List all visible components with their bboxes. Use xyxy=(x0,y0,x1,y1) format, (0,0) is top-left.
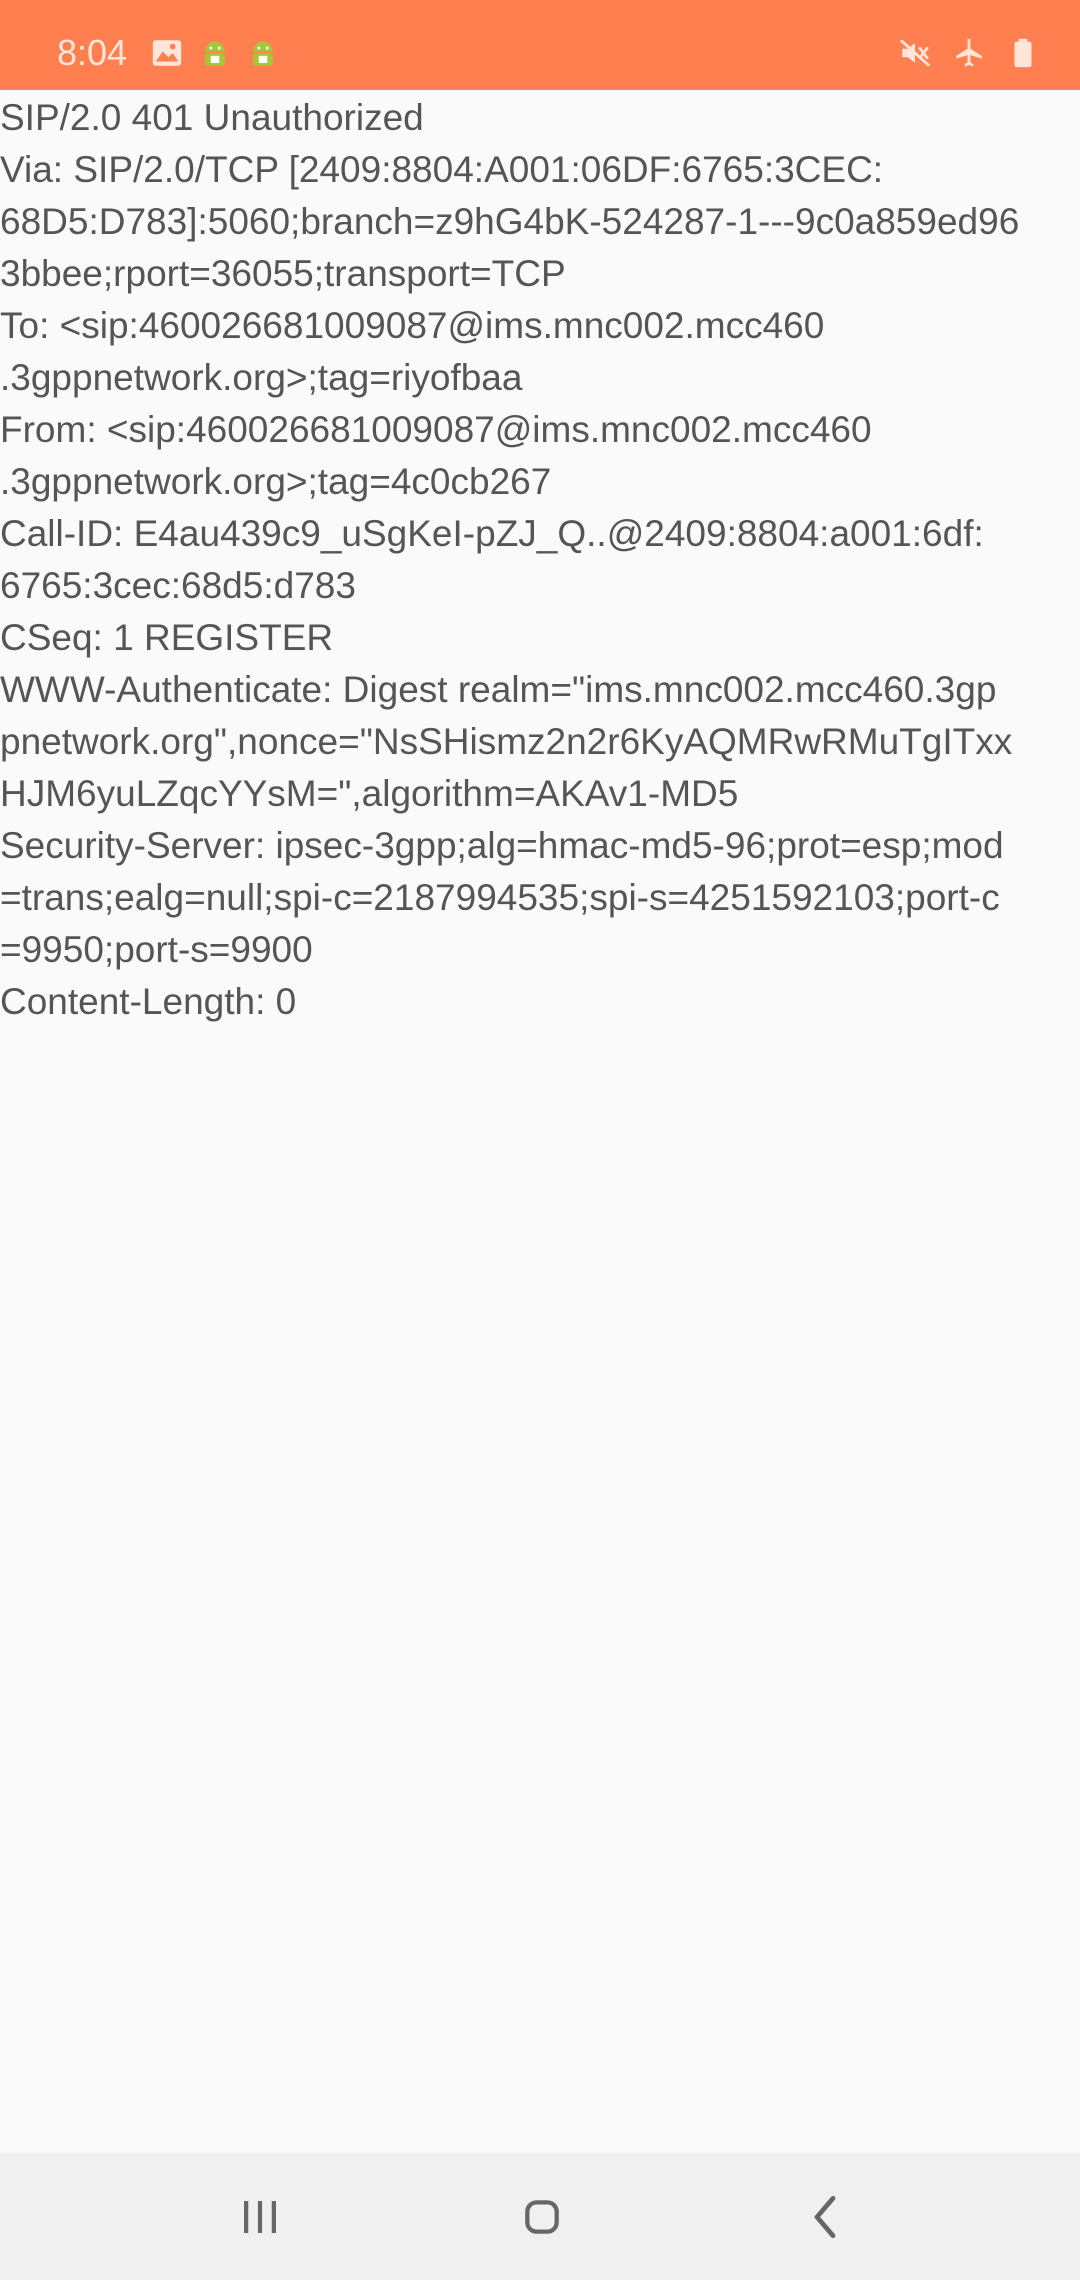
message-line: CSeq: 1 REGISTER xyxy=(0,617,334,658)
message-line: .3gppnetwork.org>;tag=riyofbaa xyxy=(0,357,523,398)
message-line: From: <sip:460026681009087@ims.mnc002.mc… xyxy=(0,409,872,450)
message-line: 6765:3cec:68d5:d783 xyxy=(0,565,356,606)
message-line: 3bbee;rport=36055;transport=TCP xyxy=(0,253,566,294)
battery-icon xyxy=(1006,36,1040,70)
android-icon xyxy=(246,36,280,70)
message-line: Security-Server: ipsec-3gpp;alg=hmac-md5… xyxy=(0,825,1004,866)
recents-button[interactable] xyxy=(228,2185,292,2249)
recents-icon xyxy=(228,2185,292,2249)
sip-message: SIP/2.0 401 Unauthorized Via: SIP/2.0/TC… xyxy=(0,92,1080,1028)
message-line: =trans;ealg=null;spi-c=2187994535;spi-s=… xyxy=(0,877,1000,918)
home-icon xyxy=(510,2185,574,2249)
message-line: =9950;port-s=9900 xyxy=(0,929,313,970)
android-icon xyxy=(198,36,232,70)
message-line: WWW-Authenticate: Digest realm="ims.mnc0… xyxy=(0,669,997,710)
notification-icons xyxy=(150,36,280,70)
message-line: pnetwork.org",nonce="NsSHismz2n2r6KyAQMR… xyxy=(0,721,1013,762)
message-line: To: <sip:460026681009087@ims.mnc002.mcc4… xyxy=(0,305,825,346)
status-bar: 8:04 xyxy=(0,0,1080,90)
back-button[interactable] xyxy=(793,2185,857,2249)
back-icon xyxy=(793,2185,857,2249)
vibrate-mute-icon xyxy=(898,36,932,70)
message-line: 68D5:D783]:5060;branch=z9hG4bK-524287-1-… xyxy=(0,201,1020,242)
home-button[interactable] xyxy=(510,2185,574,2249)
message-line: .3gppnetwork.org>;tag=4c0cb267 xyxy=(0,461,552,502)
image-icon xyxy=(150,36,184,70)
airplane-icon xyxy=(952,36,986,70)
message-line: Call-ID: E4au439c9_uSgKeI-pZJ_Q..@2409:8… xyxy=(0,513,984,554)
message-line: HJM6yuLZqcYYsM=",algorithm=AKAv1-MD5 xyxy=(0,773,739,814)
message-line: Content-Length: 0 xyxy=(0,981,297,1022)
status-time: 8:04 xyxy=(57,32,128,73)
message-line: SIP/2.0 401 Unauthorized xyxy=(0,97,424,138)
navigation-bar xyxy=(0,2153,1080,2280)
system-icons xyxy=(898,36,1040,70)
message-line: Via: SIP/2.0/TCP [2409:8804:A001:06DF:67… xyxy=(0,149,884,190)
